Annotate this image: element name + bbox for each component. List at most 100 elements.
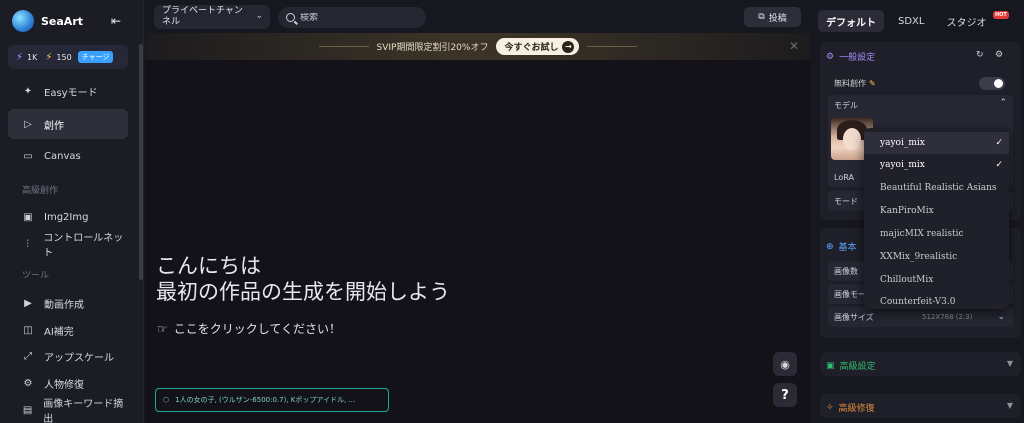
- caret-down-icon: ▼: [1006, 359, 1013, 368]
- nav-canvas-label: Canvas: [44, 150, 81, 162]
- welcome-line-2: 最初の作品の生成を開始しよう: [156, 280, 450, 304]
- charge-button[interactable]: チャージ: [77, 51, 114, 63]
- nav-easy-mode[interactable]: ✦ Easyモード: [8, 76, 128, 106]
- nav-img2img[interactable]: ▣ Img2Img: [8, 202, 128, 232]
- chevron-down-icon: ⌄: [255, 11, 263, 21]
- click-here-hint[interactable]: ☞ ここをクリックしてください！: [157, 320, 341, 337]
- collapse-sidebar-icon[interactable]: ⇤: [111, 14, 121, 28]
- dropdown-selected-value[interactable]: yayoi_mix ✓: [864, 132, 1009, 154]
- nav-img2img-label: Img2Img: [44, 211, 89, 223]
- main-canvas[interactable]: SVIP期間限定割引20%オフ 今すぐお試し → ✕ こんにちは 最初の作品の生…: [145, 33, 811, 423]
- settings-icon[interactable]: ⚙: [995, 50, 1003, 60]
- promo-banner: SVIP期間限定割引20%オフ 今すぐお試し → ✕: [145, 33, 811, 60]
- close-icon[interactable]: ✕: [789, 39, 799, 53]
- play-icon: ▷: [24, 118, 32, 130]
- nav-video[interactable]: ▶ 動画作成: [8, 288, 128, 318]
- globe-icon: ⊕: [826, 241, 834, 252]
- credit-a-value: 1K: [27, 52, 38, 62]
- option-label: Beautiful Realistic Asians: [880, 183, 997, 193]
- dropdown-option[interactable]: yayoi_mix ✓: [864, 154, 1009, 176]
- banner-text: SVIP期間限定割引20%オフ: [376, 43, 489, 53]
- chevron-up-icon[interactable]: ⌃: [999, 98, 1007, 108]
- logo[interactable]: SeaArt: [12, 10, 83, 32]
- nav-keywords[interactable]: ▤ 画像キーワード摘出: [8, 395, 128, 423]
- option-label: yayoi_mix: [880, 160, 925, 170]
- tab-default[interactable]: デフォルト: [818, 10, 884, 32]
- free-create-toggle[interactable]: [979, 77, 1005, 90]
- nav-ai-fill-label: AI補完: [44, 326, 74, 338]
- tab-sdxl[interactable]: SDXL: [890, 10, 932, 32]
- prompt-suggestion-text: 1人の女の子, (ウルザン-6500:0.7), Kポップアイドル, ...: [175, 396, 356, 404]
- option-label: Counterfeit-V3.0: [880, 297, 956, 307]
- nav-create[interactable]: ▷ 創作: [8, 109, 128, 139]
- credits-bar: ⚡ 1K ⚡ 150 チャージ: [8, 45, 128, 69]
- option-label: KanPiroMix: [880, 206, 934, 216]
- nav-upscale-label: アップスケール: [44, 352, 114, 364]
- magic-icon: ✧: [826, 402, 834, 413]
- advanced-fix-card[interactable]: ✧ 高級修復 ▼: [820, 394, 1021, 418]
- basic-settings-title: ⊕ 基本: [826, 240, 857, 254]
- prompt-suggestion-chip[interactable]: ⬡ 1人の女の子, (ウルザン-6500:0.7), Kポップアイドル, ...: [155, 388, 389, 412]
- search-icon: [286, 13, 295, 22]
- credit-b-value: 150: [56, 52, 72, 62]
- refresh-icon[interactable]: ↻: [976, 50, 984, 60]
- dropdown-option[interactable]: ChilloutMix: [864, 269, 1009, 291]
- section-advanced: 高級創作: [22, 186, 59, 196]
- nav-upscale[interactable]: ⤢ アップスケール: [8, 341, 128, 371]
- image-icon: ▣: [23, 211, 33, 223]
- cube-icon: ⬡: [163, 396, 170, 404]
- help-icon[interactable]: ?: [773, 383, 797, 407]
- eye-icon[interactable]: ◉: [773, 352, 797, 376]
- pencil-icon: ✎: [869, 78, 876, 88]
- caret-down-icon: ▼: [1006, 401, 1013, 410]
- model-dropdown[interactable]: yayoi_mix ✓ yayoi_mix ✓ Beautiful Realis…: [864, 128, 1009, 309]
- search-bar[interactable]: [278, 7, 426, 28]
- channel-select[interactable]: プライベートチャンネル ⌄: [154, 5, 270, 29]
- lora-label: LoRA: [834, 172, 854, 182]
- settings-tabs: デフォルト SDXL スタジオ: [818, 10, 994, 32]
- free-create-label: 無料創作: [834, 78, 866, 88]
- section-tools: ツール: [22, 271, 50, 281]
- option-label: XXMix_9realistic: [880, 252, 958, 262]
- check-icon: ✓: [995, 160, 1003, 170]
- nav-canvas[interactable]: ▭ Canvas: [8, 141, 128, 171]
- check-icon: ✓: [995, 138, 1003, 148]
- selected-model-label: yayoi_mix: [880, 138, 925, 148]
- keyword-icon: ▤: [22, 404, 33, 416]
- dropdown-option[interactable]: KanPiroMix: [864, 200, 1009, 222]
- nav-easy-label: Easyモード: [44, 87, 98, 99]
- post-button[interactable]: ⧉ 投稿: [744, 7, 801, 27]
- logo-icon: [12, 10, 34, 32]
- upscale-icon: ⤢: [24, 350, 32, 362]
- nav-face-fix[interactable]: ⚙ 人物修復: [8, 368, 128, 398]
- image-count-label: 画像数: [834, 266, 858, 276]
- search-input[interactable]: [300, 12, 410, 23]
- general-settings-title: ⚙ 一般設定: [826, 50, 875, 64]
- sidebar-scrollbar[interactable]: [139, 44, 143, 280]
- dropdown-option[interactable]: XXMix_9realistic: [864, 246, 1009, 268]
- dropdown-option[interactable]: majicMIX realistic: [864, 223, 1009, 245]
- nav-controlnet[interactable]: ⫶ コントロールネット: [8, 229, 128, 259]
- face-fix-icon: ⚙: [23, 377, 33, 389]
- image-size-row[interactable]: 画像サイズ 512X768 (2:3) ⌄: [828, 307, 1013, 327]
- try-now-button[interactable]: 今すぐお試し →: [496, 38, 580, 55]
- basic-settings-label: 基本: [838, 243, 857, 253]
- nav-keywords-label: 画像キーワード摘出: [43, 399, 124, 423]
- advanced-icon: ▣: [826, 360, 835, 371]
- dropdown-option[interactable]: Counterfeit-V3.0: [864, 291, 1009, 309]
- chevron-down-icon: ⌄: [997, 312, 1005, 322]
- banner-divider-left: [318, 46, 369, 47]
- model-label: モデル: [834, 101, 858, 110]
- tab-studio[interactable]: スタジオ: [938, 10, 994, 32]
- advanced-settings-card[interactable]: ▣ 高級設定 ▼: [820, 352, 1021, 376]
- pointer-icon: ☞: [157, 321, 168, 336]
- option-label: ChilloutMix: [880, 275, 934, 285]
- nav-face-fix-label: 人物修復: [44, 379, 84, 391]
- sidebar: SeaArt ⇤ ⚡ 1K ⚡ 150 チャージ ✦ Easyモード ▷ 創作 …: [0, 0, 144, 423]
- welcome-text: こんにちは 最初の作品の生成を開始しよう: [156, 253, 450, 305]
- dropdown-option[interactable]: Beautiful Realistic Asians: [864, 177, 1009, 199]
- image-size-label: 画像サイズ: [834, 312, 874, 322]
- credit-b-icon: ⚡: [45, 51, 53, 63]
- image-mode-label: 画像モー: [834, 289, 866, 299]
- ai-fill-icon: ◫: [23, 324, 33, 336]
